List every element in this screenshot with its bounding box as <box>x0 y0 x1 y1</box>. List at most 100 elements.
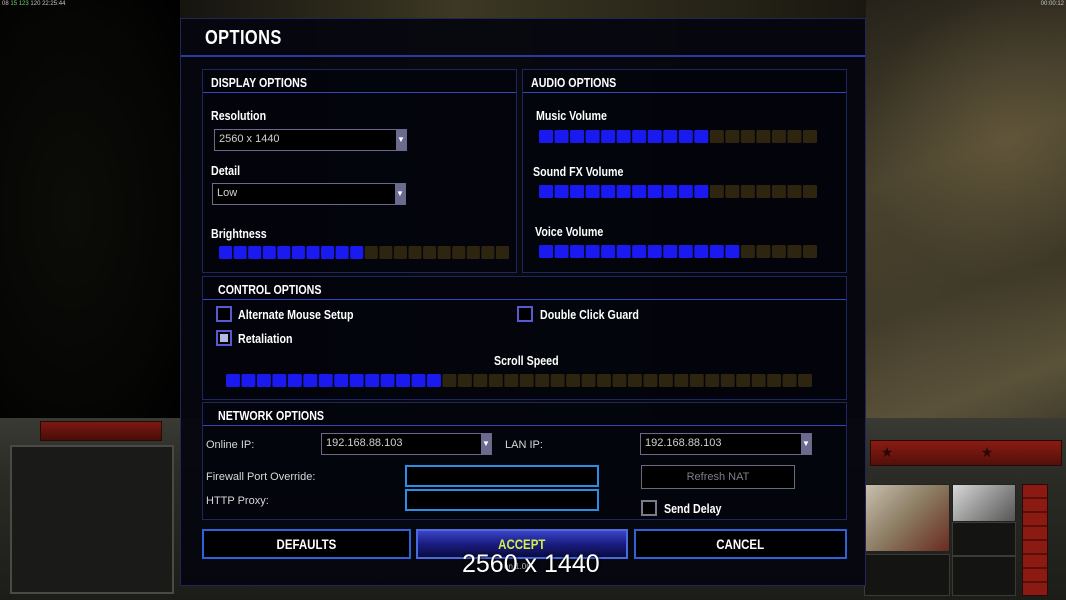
slider-segment-empty[interactable] <box>550 374 565 387</box>
slider-segment-filled[interactable] <box>601 185 616 198</box>
retaliation-checkbox[interactable] <box>216 330 232 346</box>
slider-segment-empty[interactable] <box>771 245 786 258</box>
slider-segment-empty[interactable] <box>787 130 802 143</box>
slider-segment-filled[interactable] <box>647 185 662 198</box>
slider-segment-empty[interactable] <box>379 246 393 259</box>
slider-segment-filled[interactable] <box>570 130 585 143</box>
brightness-slider[interactable] <box>219 246 509 259</box>
slider-segment-filled[interactable] <box>694 185 709 198</box>
slider-segment-filled[interactable] <box>663 185 678 198</box>
slider-segment-empty[interactable] <box>798 374 812 387</box>
slider-segment-empty[interactable] <box>612 374 627 387</box>
music-volume-slider[interactable] <box>539 130 817 143</box>
slider-segment-empty[interactable] <box>736 374 751 387</box>
slider-segment-empty[interactable] <box>725 130 740 143</box>
build-slot[interactable] <box>864 554 950 596</box>
slider-segment-empty[interactable] <box>473 374 488 387</box>
slider-segment-filled[interactable] <box>694 130 709 143</box>
slider-segment-filled[interactable] <box>632 185 647 198</box>
slider-segment-empty[interactable] <box>767 374 782 387</box>
slider-segment-filled[interactable] <box>678 130 693 143</box>
slider-segment-filled[interactable] <box>411 374 426 387</box>
slider-segment-filled[interactable] <box>632 245 647 258</box>
slider-segment-empty[interactable] <box>408 246 422 259</box>
slider-segment-empty[interactable] <box>756 245 771 258</box>
defaults-button[interactable]: DEFAULTS <box>202 529 411 559</box>
slider-segment-filled[interactable] <box>539 130 554 143</box>
slider-segment-filled[interactable] <box>303 374 318 387</box>
slider-segment-empty[interactable] <box>364 246 378 259</box>
refresh-nat-button[interactable]: Refresh NAT <box>641 465 795 489</box>
slider-segment-empty[interactable] <box>643 374 658 387</box>
slider-segment-empty[interactable] <box>740 245 755 258</box>
slider-segment-filled[interactable] <box>585 130 600 143</box>
slider-segment-filled[interactable] <box>306 246 320 259</box>
slider-segment-filled[interactable] <box>277 246 291 259</box>
slider-segment-filled[interactable] <box>570 185 585 198</box>
slider-segment-filled[interactable] <box>349 374 364 387</box>
slider-segment-empty[interactable] <box>437 246 451 259</box>
slider-segment-filled[interactable] <box>616 130 631 143</box>
slider-segment-empty[interactable] <box>481 246 495 259</box>
firewall-port-input[interactable] <box>405 465 599 487</box>
slider-segment-filled[interactable] <box>554 185 569 198</box>
slider-segment-empty[interactable] <box>782 374 797 387</box>
slider-segment-empty[interactable] <box>519 374 534 387</box>
slider-segment-empty[interactable] <box>720 374 735 387</box>
slider-segment-empty[interactable] <box>466 246 480 259</box>
unit-portrait[interactable] <box>952 484 1016 522</box>
slider-segment-filled[interactable] <box>678 245 693 258</box>
slider-segment-filled[interactable] <box>219 246 233 259</box>
slider-segment-filled[interactable] <box>647 245 662 258</box>
chevron-down-icon[interactable]: ▼ <box>396 130 406 150</box>
slider-segment-filled[interactable] <box>396 374 411 387</box>
slider-segment-filled[interactable] <box>380 374 395 387</box>
slider-segment-empty[interactable] <box>442 374 457 387</box>
slider-segment-filled[interactable] <box>601 245 616 258</box>
slider-segment-empty[interactable] <box>771 185 786 198</box>
slider-segment-filled[interactable] <box>226 374 240 387</box>
resolution-dropdown[interactable]: 2560 x 1440 ▼ <box>214 129 407 151</box>
slider-segment-filled[interactable] <box>350 246 364 259</box>
slider-segment-empty[interactable] <box>535 374 550 387</box>
slider-segment-filled[interactable] <box>570 245 585 258</box>
slider-segment-empty[interactable] <box>627 374 642 387</box>
slider-segment-filled[interactable] <box>318 374 333 387</box>
slider-segment-filled[interactable] <box>272 374 287 387</box>
slider-segment-empty[interactable] <box>771 130 786 143</box>
slider-segment-filled[interactable] <box>647 130 662 143</box>
slider-segment-filled[interactable] <box>334 374 349 387</box>
sound-fx-volume-slider[interactable] <box>539 185 817 198</box>
slider-segment-filled[interactable] <box>321 246 335 259</box>
slider-segment-filled[interactable] <box>585 245 600 258</box>
slider-segment-filled[interactable] <box>663 245 678 258</box>
slider-segment-filled[interactable] <box>365 374 380 387</box>
build-slot[interactable] <box>952 556 1016 596</box>
slider-segment-empty[interactable] <box>658 374 673 387</box>
slider-segment-filled[interactable] <box>426 374 441 387</box>
slider-segment-empty[interactable] <box>393 246 407 259</box>
slider-segment-filled[interactable] <box>291 246 305 259</box>
slider-segment-empty[interactable] <box>802 185 817 198</box>
slider-segment-filled[interactable] <box>709 245 724 258</box>
slider-segment-empty[interactable] <box>597 374 612 387</box>
slider-segment-filled[interactable] <box>554 130 569 143</box>
voice-volume-slider[interactable] <box>539 245 817 258</box>
slider-segment-empty[interactable] <box>756 185 771 198</box>
slider-segment-empty[interactable] <box>488 374 503 387</box>
slider-segment-filled[interactable] <box>539 245 554 258</box>
chevron-down-icon[interactable]: ▼ <box>395 184 405 204</box>
slider-segment-empty[interactable] <box>740 185 755 198</box>
slider-segment-filled[interactable] <box>539 185 554 198</box>
slider-segment-filled[interactable] <box>262 246 276 259</box>
scroll-speed-slider[interactable] <box>226 374 812 387</box>
slider-segment-empty[interactable] <box>457 374 472 387</box>
slider-segment-empty[interactable] <box>705 374 720 387</box>
slider-segment-empty[interactable] <box>751 374 766 387</box>
slider-segment-empty[interactable] <box>740 130 755 143</box>
slider-segment-empty[interactable] <box>709 130 724 143</box>
slider-segment-empty[interactable] <box>802 130 817 143</box>
slider-segment-filled[interactable] <box>554 245 569 258</box>
slider-segment-empty[interactable] <box>452 246 466 259</box>
slider-segment-filled[interactable] <box>256 374 271 387</box>
